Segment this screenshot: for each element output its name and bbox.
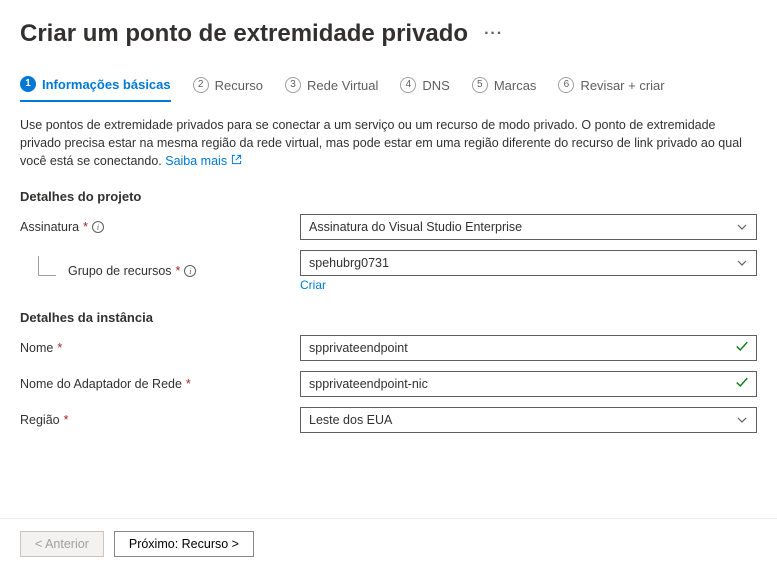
subscription-select[interactable]: Assinatura do Visual Studio Enterprise — [300, 214, 757, 240]
section-title-instance: Detalhes da instância — [20, 310, 757, 325]
chevron-down-icon — [736, 257, 748, 269]
tab-resource[interactable]: 2 Recurso — [193, 76, 263, 102]
select-value: Assinatura do Visual Studio Enterprise — [309, 220, 522, 234]
check-icon — [735, 340, 749, 357]
next-button[interactable]: Próximo: Recurso > — [114, 531, 254, 557]
resource-group-label: Grupo de recursos * i — [20, 264, 300, 278]
learn-more-link[interactable]: Saiba mais — [165, 154, 241, 168]
tab-virtual-network[interactable]: 3 Rede Virtual — [285, 76, 378, 102]
more-menu-icon[interactable]: ··· — [484, 25, 503, 43]
required-asterisk: * — [83, 220, 88, 234]
required-asterisk: * — [186, 377, 191, 391]
wizard-tabs: 1 Informações básicas 2 Recurso 3 Rede V… — [20, 76, 757, 102]
page-title: Criar um ponto de extremidade privado — [20, 20, 468, 48]
tab-review-create[interactable]: 6 Revisar + criar — [558, 76, 664, 102]
tab-label: Informações básicas — [42, 77, 171, 92]
select-value: spehubrg0731 — [309, 256, 389, 270]
intro-body: Use pontos de extremidade privados para … — [20, 118, 742, 168]
tab-label: Rede Virtual — [307, 78, 378, 93]
region-label: Região * — [20, 413, 300, 427]
region-select[interactable]: Leste dos EUA — [300, 407, 757, 433]
label-text: Nome — [20, 341, 53, 355]
chevron-down-icon — [736, 414, 748, 426]
tab-label: Revisar + criar — [580, 78, 664, 93]
external-link-icon — [231, 156, 242, 168]
label-text: Grupo de recursos — [68, 264, 172, 278]
label-text: Nome do Adaptador de Rede — [20, 377, 182, 391]
label-text: Região — [20, 413, 60, 427]
nic-name-label: Nome do Adaptador de Rede * — [20, 377, 300, 391]
check-icon — [735, 376, 749, 393]
tab-step-badge: 2 — [193, 77, 209, 93]
tab-label: Recurso — [215, 78, 263, 93]
chevron-down-icon — [736, 221, 748, 233]
info-icon[interactable]: i — [184, 265, 196, 277]
subscription-label: Assinatura * i — [20, 220, 300, 234]
required-asterisk: * — [57, 341, 62, 355]
tab-label: Marcas — [494, 78, 537, 93]
tab-label: DNS — [422, 78, 449, 93]
select-value: Leste dos EUA — [309, 413, 392, 427]
resource-group-select[interactable]: spehubrg0731 — [300, 250, 757, 276]
required-asterisk: * — [176, 264, 181, 278]
create-new-link[interactable]: Criar — [300, 278, 326, 292]
info-icon[interactable]: i — [92, 221, 104, 233]
learn-more-label: Saiba mais — [165, 154, 227, 168]
name-label: Nome * — [20, 341, 300, 355]
intro-text: Use pontos de extremidade privados para … — [20, 116, 757, 171]
previous-button: < Anterior — [20, 531, 104, 557]
tab-step-badge: 4 — [400, 77, 416, 93]
wizard-footer: < Anterior Próximo: Recurso > — [0, 518, 777, 569]
tree-connector-icon — [38, 256, 56, 276]
required-asterisk: * — [64, 413, 69, 427]
label-text: Assinatura — [20, 220, 79, 234]
tab-step-badge: 1 — [20, 76, 36, 92]
tab-dns[interactable]: 4 DNS — [400, 76, 449, 102]
tab-step-badge: 3 — [285, 77, 301, 93]
section-title-project: Detalhes do projeto — [20, 189, 757, 204]
name-input[interactable] — [300, 335, 757, 361]
tab-step-badge: 5 — [472, 77, 488, 93]
tab-step-badge: 6 — [558, 77, 574, 93]
tab-basics[interactable]: 1 Informações básicas — [20, 76, 171, 102]
nic-name-input[interactable] — [300, 371, 757, 397]
tab-tags[interactable]: 5 Marcas — [472, 76, 537, 102]
